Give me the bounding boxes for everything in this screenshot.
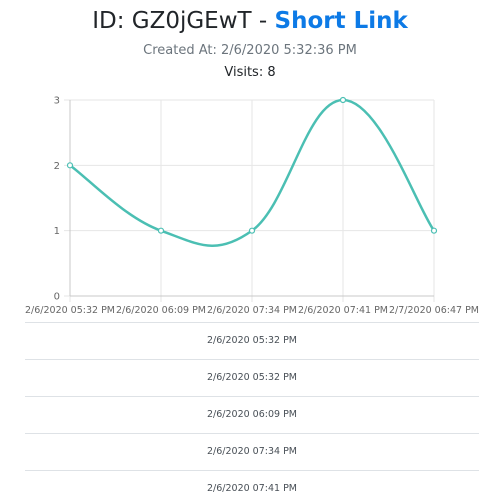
data-point [248, 227, 256, 234]
x-tick-label: 2/6/2020 05:32 PM [25, 305, 115, 316]
list-item: 2/6/2020 05:32 PM [25, 359, 479, 396]
data-point [66, 162, 74, 169]
short-link[interactable]: Short Link [275, 8, 408, 34]
y-axis-labels: 0 1 2 3 [54, 96, 60, 303]
list-item: 2/6/2020 06:09 PM [25, 396, 479, 433]
list-item: 2/6/2020 07:41 PM [25, 470, 479, 500]
page-title: ID: GZ0jGEwT - Short Link [0, 6, 500, 36]
list-item: 2/6/2020 05:32 PM [25, 322, 479, 359]
x-tick-label: 2/6/2020 07:34 PM [207, 305, 297, 316]
y-tick-label: 0 [54, 292, 60, 303]
data-point [339, 96, 347, 104]
data-point [157, 227, 165, 234]
visit-list: 2/6/2020 05:32 PM 2/6/2020 05:32 PM 2/6/… [25, 322, 479, 500]
list-item: 2/6/2020 07:34 PM [25, 433, 479, 470]
visits-chart: 0123 2/6/2020 05:32 PM 2/6/2020 06:09 PM 2… [25, 96, 479, 317]
x-axis-labels: 2/6/2020 05:32 PM 2/6/2020 06:09 PM 2/6/20… [25, 305, 479, 316]
y-tick-label: 1 [54, 226, 60, 237]
data-point [430, 227, 438, 234]
created-at: Created At: 2/6/2020 5:32:36 PM [143, 43, 357, 58]
chart-grid [64, 99, 435, 302]
x-tick-label: 2/6/2020 06:09 PM [116, 305, 206, 316]
y-tick-label: 3 [54, 96, 60, 107]
x-tick-label: 2/7/2020 06:47 PM [389, 305, 479, 316]
y-tick-label: 2 [54, 161, 60, 172]
x-tick-label: 2/6/2020 07:41 PM [298, 305, 388, 316]
link-id: ID: GZ0jGEwT - [92, 8, 268, 34]
visit-count: Visits: 8 [224, 65, 276, 80]
